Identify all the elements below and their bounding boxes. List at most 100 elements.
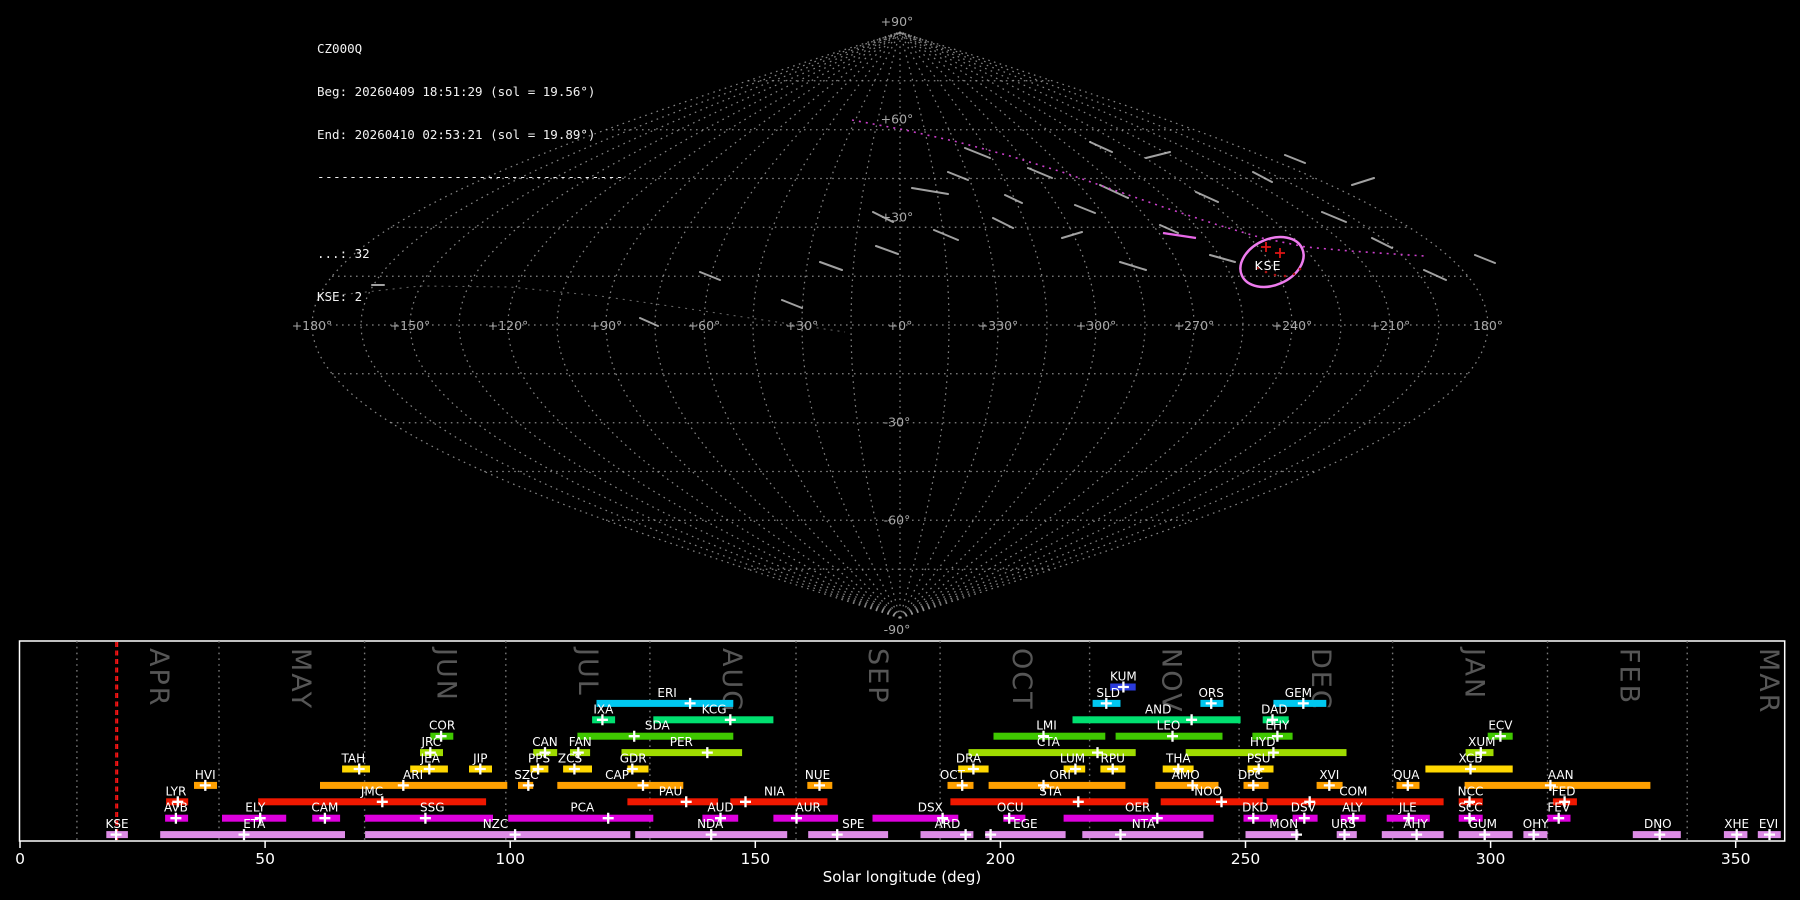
meteor-trail [1119,261,1147,271]
shower-label-ZCS: ZCS [558,752,582,766]
shower-label-CAN: CAN [532,735,558,749]
meteor-trail [1423,269,1447,281]
shower-label-EVI: EVI [1759,817,1778,831]
shower-bar-SDA [577,732,734,740]
shower-label-DRA: DRA [956,752,982,766]
shower-label-AUR: AUR [796,801,821,815]
shower-label-JLE: JLE [1398,801,1417,815]
shower-label-XUM: XUM [1468,735,1495,749]
shower-label-KCG: KCG [702,702,727,716]
meteor-trail [1284,154,1306,164]
month-label: JUL [572,646,603,697]
shower-label-LUM: LUM [1060,752,1085,766]
longitude-label: +60° [688,318,721,333]
month-label: SEP [862,648,893,704]
x-tick-label: 50 [255,850,275,868]
shower-peak-NTA [1115,829,1126,841]
shower-label-COM: COM [1339,784,1367,798]
shower-label-DSX: DSX [918,801,943,815]
meteor-trail [1089,141,1113,153]
latitude-label: +60° [881,112,914,127]
meteor-trail [911,187,949,195]
month-label: MAR [1753,648,1784,715]
shower-peak-ERI [684,697,696,709]
shower-peak-CAP [637,779,649,791]
timeline-chart: APR MAY JUN JUL AUG SEP OCT NOV DEC JAN FEB MARKUME… [15,640,1786,886]
shower-label-ELY: ELY [245,801,266,815]
kse-radiant-group: KSE [1239,235,1305,289]
shower-peak-ARD [960,829,972,841]
shower-label-CAP: CAP [605,768,629,782]
radiant-drift-dotted [851,119,1425,257]
meteor-trail [875,245,899,255]
shower-bar-PCA [508,814,654,822]
radiant-dot [1298,267,1302,271]
shower-label-JMC: JMC [360,784,383,798]
shower-bar-STA [950,798,1149,806]
x-tick-label: 100 [495,850,525,868]
meridian-line [605,31,901,619]
shower-label-AHY: AHY [1403,817,1428,831]
shower-label-DPC: DPC [1238,768,1263,782]
observation-info: CZ000Q Beg: 20260409 18:51:29 (sol = 19.… [317,14,624,332]
latitude-label: -90° [884,622,911,637]
shower-label-STA: STA [1039,784,1062,798]
obs-end: End: 20260410 02:53:21 (sol = 19.89°) [317,126,596,142]
shower-label-TAH: TAH [340,752,365,766]
shower-label-DKD: DKD [1242,801,1268,815]
meteor-trail [1371,237,1393,249]
shower-label-NTA: NTA [1132,817,1156,831]
shower-label-NUE: NUE [805,768,830,782]
shower-label-EGE: EGE [1013,817,1037,831]
month-label: JUN [431,646,462,702]
plot-border [18,640,1786,842]
sky-and-timeline-plot: KSE+180° +150° +120° +90° +60° +30° +0° +330° +3… [15,14,1786,886]
x-tick-label: 350 [1721,850,1751,868]
shower-label-ORS: ORS [1198,686,1223,700]
kse-ellipse-label: KSE [1254,258,1281,273]
shower-bar-NTA [1082,831,1204,839]
shower-label-MON: MON [1269,817,1298,831]
shower-label-SZC: SZC [514,768,538,782]
shower-label-DAD: DAD [1261,702,1287,716]
meteor-trail [1195,191,1219,203]
shower-label-SSG: SSG [420,801,445,815]
shower-label-SLD: SLD [1096,686,1120,700]
shower-label-CAM: CAM [311,801,338,815]
shower-label-NCC: NCC [1458,784,1484,798]
meteor-trail [781,299,803,309]
shower-label-AUD: AUD [707,801,733,815]
longitude-label: +330° [978,318,1019,333]
shower-label-ECV: ECV [1488,719,1513,733]
shower-label-AND: AND [1145,702,1171,716]
count-sporadic: ...: 32 [317,246,370,262]
meteor-trail [992,217,1014,229]
shower-label-JIP: JIP [472,752,487,766]
shower-label-LMI: LMI [1036,719,1057,733]
shower-peak-AND [1186,714,1198,726]
longitude-label: +30° [786,318,819,333]
shower-label-FEV: FEV [1547,801,1570,815]
latitude-label: +30° [881,209,914,224]
shower-peak-PAU [680,796,692,808]
shower-label-PAU: PAU [659,784,682,798]
shower-label-ETA: ETA [243,817,266,831]
meteor-trail [1474,254,1496,264]
shower-label-AAN: AAN [1548,768,1574,782]
station-id: CZ000Q [317,41,363,57]
shower-label-OER: OER [1125,801,1150,815]
shower-label-DSV: DSV [1291,801,1317,815]
x-tick-label: 200 [986,850,1016,868]
month-label: MAY [285,648,316,710]
meteor-trail [933,229,959,241]
count-kse: KSE: 2 [317,288,363,304]
shower-label-FED: FED [1552,784,1576,798]
meteor-trail [1252,171,1273,183]
shower-peak-NIA [740,796,751,808]
shower-label-AVB: AVB [164,801,188,815]
x-tick-label: 300 [1476,850,1506,868]
longitude-label: +270° [1174,318,1215,333]
shower-label-EHY: EHY [1265,719,1290,733]
shower-label-SDA: SDA [645,719,671,733]
shower-bar-ARI [320,781,508,789]
